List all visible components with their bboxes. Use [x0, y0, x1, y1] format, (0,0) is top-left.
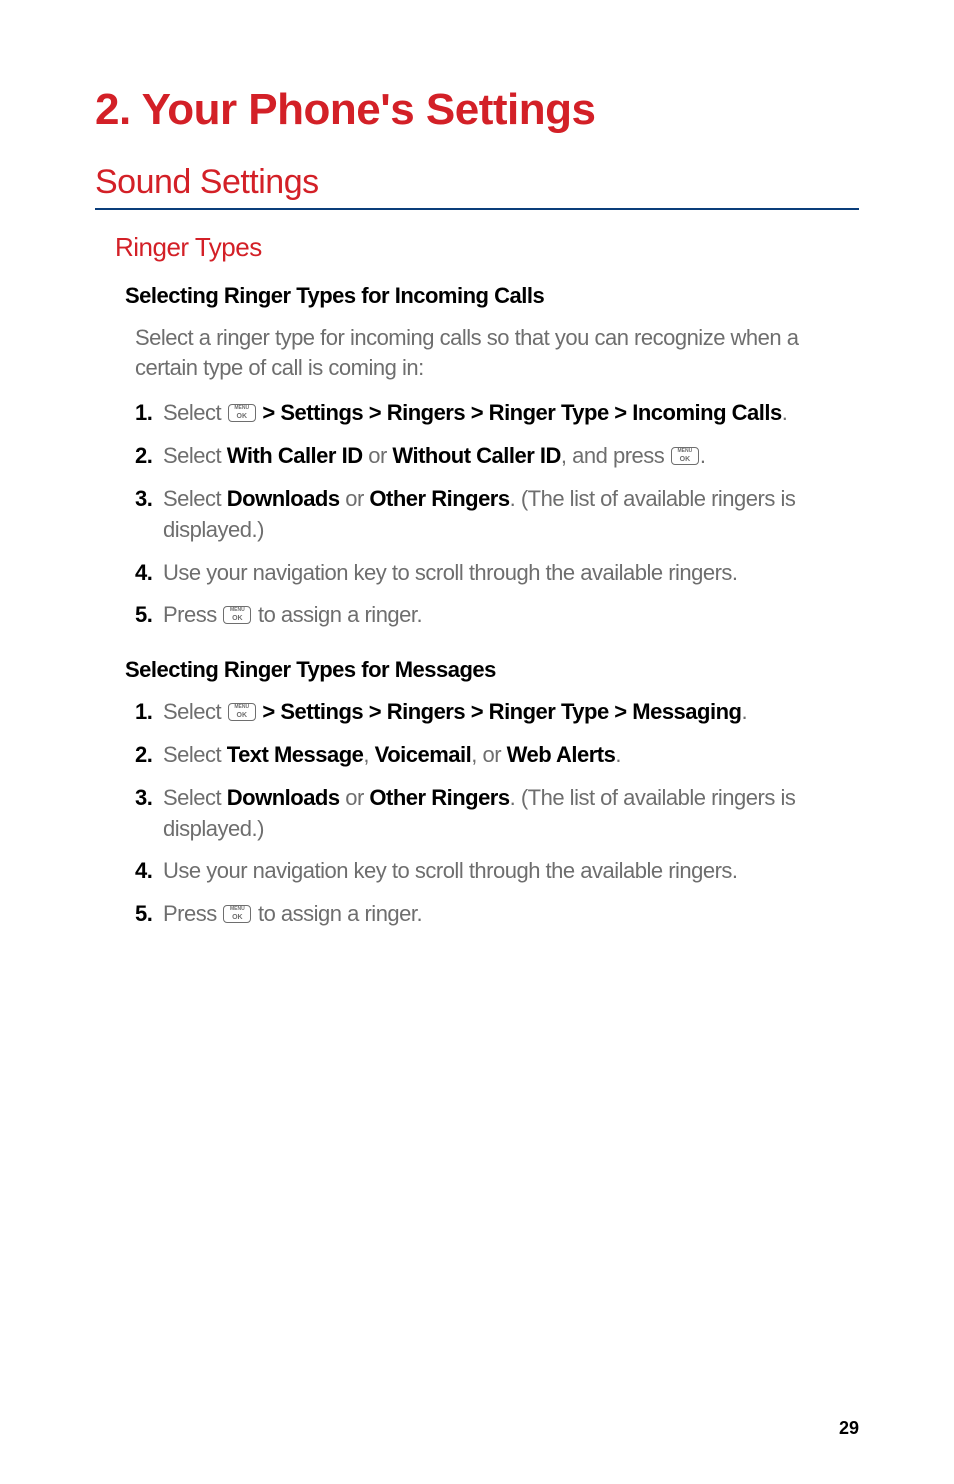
step-text: Select [163, 742, 227, 767]
step-text: or [363, 443, 393, 468]
step-1: 1. Select > Settings > Ringers > Ringer … [135, 398, 839, 429]
step-3: 3. Select Downloads or Other Ringers. (T… [135, 783, 839, 845]
menu-ok-icon [223, 606, 251, 624]
menu-ok-icon [223, 905, 251, 923]
topic-title-incoming: Selecting Ringer Types for Incoming Call… [125, 283, 859, 309]
option: Web Alerts [507, 742, 616, 767]
menu-ok-icon [671, 447, 699, 465]
chapter-title: 2. Your Phone's Settings [95, 85, 859, 135]
step-text: or [340, 785, 370, 810]
step-text: to assign a ringer. [252, 602, 422, 627]
option: Downloads [227, 486, 340, 511]
step-text: Use your navigation key to scroll throug… [163, 858, 738, 883]
step-text: Use your navigation key to scroll throug… [163, 560, 738, 585]
intro-text: Select a ringer type for incoming calls … [135, 323, 839, 382]
step-text: , [363, 742, 374, 767]
option: Text Message [227, 742, 364, 767]
step-2: 2. Select Text Message, Voicemail, or We… [135, 740, 839, 771]
option: Voicemail [375, 742, 472, 767]
option: Other Ringers [369, 785, 509, 810]
menu-path: > Settings > Ringers > Ringer Type > Inc… [257, 400, 782, 425]
step-text: . [700, 443, 706, 468]
menu-ok-icon [228, 404, 256, 422]
step-5: 5. Press to assign a ringer. [135, 899, 839, 930]
step-number: 5. [135, 899, 152, 930]
step-text: Select [163, 400, 227, 425]
step-2: 2. Select With Caller ID or Without Call… [135, 441, 839, 472]
step-text: Select [163, 785, 227, 810]
step-text: or [340, 486, 370, 511]
step-number: 2. [135, 441, 152, 472]
step-4: 4. Use your navigation key to scroll thr… [135, 856, 839, 887]
section-title: Sound Settings [95, 163, 859, 210]
step-text: Select [163, 699, 227, 724]
menu-path: > Settings > Ringers > Ringer Type > Mes… [257, 699, 742, 724]
step-number: 4. [135, 856, 152, 887]
steps-incoming: 1. Select > Settings > Ringers > Ringer … [135, 398, 839, 631]
step-text: Press [163, 901, 222, 926]
step-text: . [782, 400, 788, 425]
steps-messages: 1. Select > Settings > Ringers > Ringer … [135, 697, 839, 930]
step-number: 4. [135, 558, 152, 589]
step-text: , and press [561, 443, 670, 468]
step-text: to assign a ringer. [252, 901, 422, 926]
step-number: 1. [135, 398, 152, 429]
step-1: 1. Select > Settings > Ringers > Ringer … [135, 697, 839, 728]
option: Downloads [227, 785, 340, 810]
step-text: . [615, 742, 621, 767]
step-text: Press [163, 602, 222, 627]
step-5: 5. Press to assign a ringer. [135, 600, 839, 631]
step-3: 3. Select Downloads or Other Ringers. (T… [135, 484, 839, 546]
step-number: 5. [135, 600, 152, 631]
step-4: 4. Use your navigation key to scroll thr… [135, 558, 839, 589]
option: Without Caller ID [392, 443, 561, 468]
step-text: Select [163, 443, 227, 468]
topic-title-messages: Selecting Ringer Types for Messages [125, 657, 859, 683]
step-text: , or [471, 742, 506, 767]
option: With Caller ID [227, 443, 363, 468]
step-number: 1. [135, 697, 152, 728]
step-number: 2. [135, 740, 152, 771]
option: Other Ringers [369, 486, 509, 511]
step-number: 3. [135, 484, 152, 515]
step-text: . [741, 699, 747, 724]
page-number: 29 [839, 1418, 859, 1439]
step-number: 3. [135, 783, 152, 814]
subsection-title: Ringer Types [115, 232, 859, 263]
menu-ok-icon [228, 703, 256, 721]
step-text: Select [163, 486, 227, 511]
